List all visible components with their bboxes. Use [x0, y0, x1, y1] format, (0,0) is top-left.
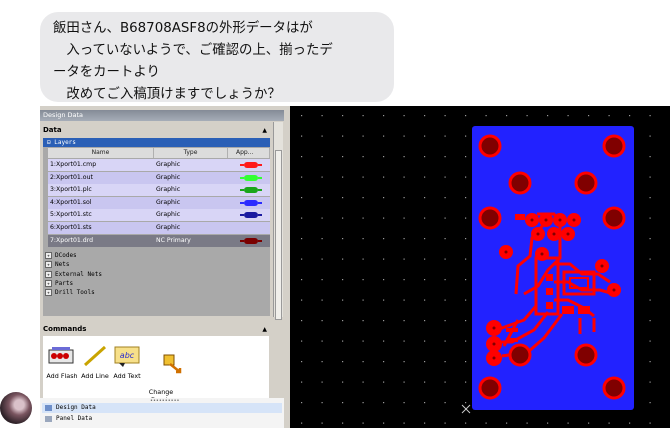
tab-design-data[interactable]: Design Data: [42, 403, 282, 413]
layer-color-swatch[interactable]: [240, 187, 262, 194]
commands-toolbar: Add Flash Add Line abc Add Text Change: [43, 336, 269, 404]
add-flash-label: Add Flash: [46, 372, 78, 380]
collapse-icon[interactable]: ▲: [262, 125, 267, 136]
layer-type: Graphic: [156, 198, 181, 206]
add-text-label: Add Text: [113, 372, 141, 380]
pcb-view-canvas[interactable]: [292, 106, 670, 428]
panel-tabs: •••••••••• Design Data Panel Data: [40, 398, 284, 428]
commands-section-header[interactable]: Commands ▲: [43, 324, 269, 335]
layer-name: 4:Xport01.sol: [50, 198, 92, 206]
layer-name: 2:Xport01.out: [50, 173, 93, 181]
collapse-icon[interactable]: ▲: [262, 324, 267, 335]
layer-color-swatch[interactable]: [240, 212, 262, 219]
tree-node-label: DCodes: [55, 252, 77, 259]
cad-screenshot: Design Data Data ▲ ⊟ Layers Name Type Ap…: [40, 106, 670, 428]
layers-tree: ⊟ Layers Name Type App... 1:Xport01.cmp G…: [43, 138, 270, 316]
layer-color-swatch[interactable]: [240, 237, 262, 244]
layer-row[interactable]: 3:Xport01.plc Graphic: [48, 184, 270, 197]
column-type[interactable]: Type: [154, 148, 228, 158]
layer-row[interactable]: 5:Xport01.stc Graphic: [48, 209, 270, 222]
layer-type: Graphic: [156, 186, 181, 194]
panel-scrollbar[interactable]: [273, 122, 283, 320]
tree-node-label: Parts: [55, 279, 74, 287]
data-section-header[interactable]: Data ▲: [43, 125, 269, 136]
tab-design-data-label: Design Data: [56, 404, 96, 411]
scrollbar-thumb[interactable]: [275, 150, 282, 320]
layer-type: NC Primary: [156, 236, 191, 244]
tab-panel-data-label: Panel Data: [56, 415, 93, 422]
layer-name: 7:Xport01.drd: [50, 236, 94, 244]
column-appearance[interactable]: App...: [228, 148, 270, 158]
layer-row[interactable]: 7:Xport01.drd NC Primary: [48, 234, 270, 247]
change-dcode-icon: [163, 354, 182, 374]
expand-icon[interactable]: +: [45, 289, 52, 297]
chat-message-bubble: 飯田さん、B68708ASF8の外形データはが 入っていないようで、ご確認の上、…: [40, 12, 394, 102]
layer-row[interactable]: 1:Xport01.cmp Graphic: [48, 159, 270, 171]
tree-node-dcodes[interactable]: + DCodes: [45, 251, 77, 260]
tree-node-label: Drill Tools: [55, 289, 95, 297]
layer-row[interactable]: 6:Xport01.sts Graphic: [48, 222, 270, 234]
design-data-panel: Design Data Data ▲ ⊟ Layers Name Type Ap…: [40, 106, 290, 428]
column-appearance-label: App...: [236, 149, 254, 156]
layer-row[interactable]: 2:Xport01.out Graphic: [48, 171, 270, 184]
tree-node-parts[interactable]: + Parts: [45, 279, 73, 288]
layer-name: 5:Xport01.stc: [50, 211, 92, 219]
expand-icon[interactable]: +: [45, 261, 52, 269]
add-flash-icon: [48, 347, 74, 364]
expand-icon[interactable]: +: [45, 270, 52, 278]
add-text-icon: abc: [114, 346, 140, 367]
layer-name: 3:Xport01.plc: [50, 186, 92, 194]
tab-panel-data[interactable]: Panel Data: [42, 414, 282, 424]
tree-node-nets[interactable]: + Nets: [45, 260, 69, 269]
layers-label: Layers: [54, 139, 76, 146]
add-line-icon: [83, 345, 107, 367]
layers-node[interactable]: ⊟ Layers: [43, 138, 270, 147]
avatar[interactable]: [0, 392, 32, 424]
data-section-title: Data: [43, 126, 62, 134]
add-text-button[interactable]: abc Add Text: [111, 344, 143, 380]
column-name[interactable]: Name: [48, 148, 154, 158]
layer-type: Graphic: [156, 211, 181, 219]
layer-type: Graphic: [156, 224, 181, 231]
expand-icon[interactable]: +: [45, 252, 52, 259]
tree-node-external-nets[interactable]: + External Nets: [45, 270, 102, 279]
svg-text:abc: abc: [120, 351, 135, 360]
layer-color-swatch[interactable]: [240, 162, 262, 168]
layer-name: 1:Xport01.cmp: [50, 161, 97, 168]
add-line-button[interactable]: Add Line: [80, 344, 110, 380]
layer-name: 6:Xport01.sts: [50, 224, 92, 231]
commands-title: Commands: [43, 325, 87, 333]
tree-node-label: Nets: [55, 261, 70, 269]
layer-type: Graphic: [156, 173, 181, 181]
design-data-icon: [45, 405, 52, 411]
add-flash-button[interactable]: Add Flash: [46, 344, 78, 380]
tree-node-drill-tools[interactable]: + Drill Tools: [45, 288, 95, 297]
panel-data-icon: [45, 416, 52, 422]
board-outline: [472, 126, 634, 410]
add-line-label: Add Line: [81, 372, 109, 380]
expand-icon[interactable]: +: [45, 279, 52, 287]
tree-node-label: External Nets: [55, 270, 102, 278]
panel-title: Design Data: [40, 110, 284, 121]
layer-color-swatch[interactable]: [240, 174, 262, 181]
layer-color-swatch[interactable]: [240, 199, 262, 206]
layer-row[interactable]: 4:Xport01.sol Graphic: [48, 196, 270, 209]
layer-type: Graphic: [156, 161, 181, 168]
